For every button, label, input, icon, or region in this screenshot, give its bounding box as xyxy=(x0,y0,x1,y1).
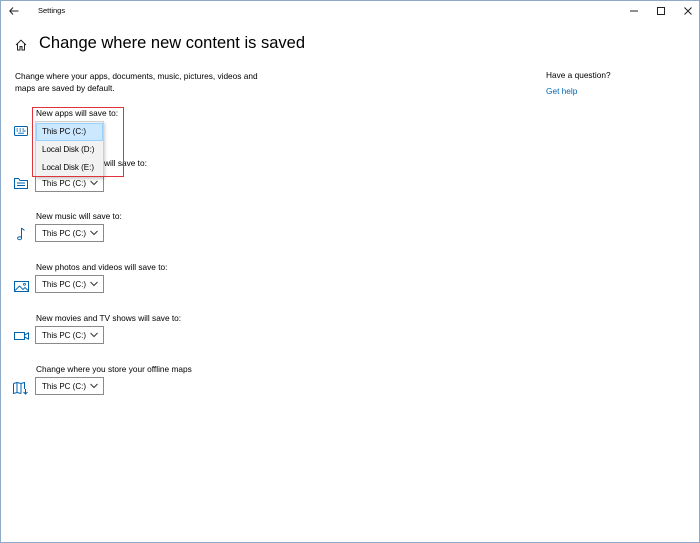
music-drive-value: This PC (C:) xyxy=(42,229,86,238)
back-arrow-icon[interactable] xyxy=(5,3,23,19)
minimize-icon[interactable] xyxy=(623,3,645,19)
photos-icon xyxy=(13,279,29,293)
music-save-section: New music will save to: This PC (C:) xyxy=(1,211,301,255)
offline-maps-icon xyxy=(13,381,29,395)
photos-save-section: New photos and videos will save to: This… xyxy=(1,262,301,306)
music-note-icon xyxy=(13,227,29,241)
chevron-down-icon xyxy=(90,383,98,389)
app-title: Settings xyxy=(38,6,66,15)
help-title: Have a question? xyxy=(546,70,611,80)
title-bar: Settings xyxy=(1,1,699,21)
movies-save-section: New movies and TV shows will save to: Th… xyxy=(1,313,301,357)
movies-save-label: New movies and TV shows will save to: xyxy=(36,313,182,323)
documents-drive-value: This PC (C:) xyxy=(42,179,86,188)
photos-drive-value: This PC (C:) xyxy=(42,280,86,289)
chevron-down-icon xyxy=(90,180,98,186)
close-icon[interactable] xyxy=(677,3,699,19)
maximize-icon[interactable] xyxy=(650,3,672,19)
settings-window: Settings Change where new content is sav… xyxy=(0,0,700,543)
highlight-box xyxy=(32,107,124,177)
maps-drive-select[interactable]: This PC (C:) xyxy=(35,377,104,395)
maps-drive-value: This PC (C:) xyxy=(42,382,86,391)
chevron-down-icon xyxy=(90,281,98,287)
chevron-down-icon xyxy=(90,332,98,338)
music-drive-select[interactable]: This PC (C:) xyxy=(35,224,104,242)
get-help-link[interactable]: Get help xyxy=(546,86,577,96)
maps-save-section: Change where you store your offline maps… xyxy=(1,364,301,408)
home-icon xyxy=(15,38,27,51)
music-save-label: New music will save to: xyxy=(36,211,122,221)
photos-drive-select[interactable]: This PC (C:) xyxy=(35,275,104,293)
video-camera-icon xyxy=(13,329,29,343)
movies-drive-select[interactable]: This PC (C:) xyxy=(35,326,104,344)
page-title: Change where new content is saved xyxy=(39,34,305,52)
movies-drive-value: This PC (C:) xyxy=(42,331,86,340)
apps-keyboard-icon xyxy=(13,124,29,138)
maps-save-label: Change where you store your offline maps xyxy=(36,364,192,374)
photos-save-label: New photos and videos will save to: xyxy=(36,262,168,272)
page-description: Change where your apps, documents, music… xyxy=(15,71,258,93)
chevron-down-icon xyxy=(90,230,98,236)
documents-folder-icon xyxy=(13,176,29,190)
